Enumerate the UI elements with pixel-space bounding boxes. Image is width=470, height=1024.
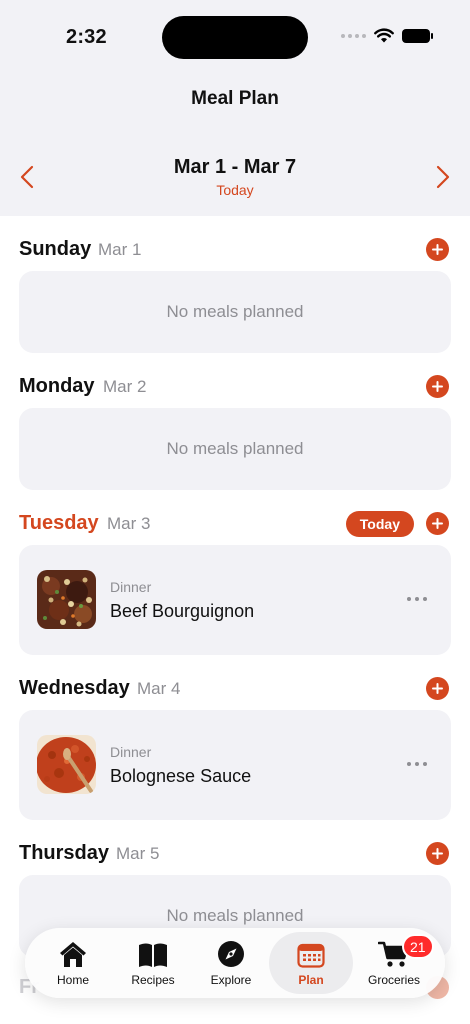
tab-recipes[interactable]: Recipes (111, 932, 195, 994)
week-today-label[interactable]: Today (0, 182, 470, 198)
tab-home[interactable]: Home (31, 932, 115, 994)
add-meal-button[interactable] (426, 842, 449, 865)
day-name: Thursday (19, 842, 110, 864)
meal-thumbnail (37, 570, 96, 629)
signal-icon (341, 33, 366, 38)
page-title: Meal Plan (191, 88, 279, 109)
tab-label: Explore (210, 973, 252, 987)
tab-label: Groceries (367, 973, 420, 987)
tab-label: Home (56, 973, 89, 987)
top-bar: 2:32 Meal Plan Mar 1 - Mar 7 Today (0, 0, 470, 216)
more-options-button[interactable] (407, 762, 427, 766)
wifi-icon (374, 28, 394, 43)
day-date: Mar 3 (107, 514, 151, 533)
status-time: 2:32 (66, 26, 107, 48)
meal-thumbnail (37, 735, 96, 794)
meal-name: Beef Bourguignon (110, 601, 255, 621)
next-week-button[interactable] (428, 162, 458, 192)
empty-day-card[interactable]: No meals planned (19, 271, 451, 353)
day-date: Mar 5 (116, 844, 160, 863)
chevron-right-icon (436, 165, 450, 189)
meal-card[interactable]: Dinner Bolognese Sauce (19, 710, 451, 820)
plus-icon (432, 683, 443, 694)
status-icons (341, 28, 433, 43)
house-icon (60, 942, 86, 967)
day-section-thursday: Thursday Mar 5 No meals planned (0, 820, 470, 957)
day-name: Tuesday (19, 512, 99, 534)
tab-groceries[interactable]: Groceries 21 (352, 932, 436, 994)
day-section-wednesday: Wednesday Mar 4 Dinner Bolognese Sauce (0, 655, 470, 820)
week-navigator: Mar 1 - Mar 7 Today (0, 150, 470, 206)
meal-plan-list[interactable]: Sunday Mar 1 No meals planned Monday Mar… (0, 216, 470, 1024)
battery-icon (402, 28, 433, 43)
tab-plan[interactable]: Plan (269, 932, 353, 994)
day-name: Monday (19, 375, 95, 397)
meal-type: Dinner (110, 579, 152, 595)
more-options-button[interactable] (407, 597, 427, 601)
tab-bar: Home Recipes Explore Plan Groceries 21 (25, 928, 445, 998)
day-date: Mar 4 (137, 679, 181, 698)
notification-badge: 21 (402, 934, 434, 959)
week-range[interactable]: Mar 1 - Mar 7 (0, 156, 470, 179)
plus-icon (432, 518, 443, 529)
compass-icon (218, 941, 244, 967)
tab-label: Recipes (131, 973, 175, 987)
calendar-icon (297, 943, 325, 968)
day-section-sunday: Sunday Mar 1 No meals planned (0, 216, 470, 353)
add-meal-button[interactable] (426, 512, 449, 535)
meal-type: Dinner (110, 744, 152, 760)
book-icon (139, 943, 167, 967)
day-date: Mar 2 (103, 377, 147, 396)
tab-explore[interactable]: Explore (189, 932, 273, 994)
day-section-tuesday: Tuesday Mar 3 Today Dinner Beef Bourguig… (0, 490, 470, 655)
meal-card[interactable]: Dinner Beef Bourguignon (19, 545, 451, 655)
day-section-monday: Monday Mar 2 No meals planned (0, 353, 470, 490)
plus-icon (432, 381, 443, 392)
dynamic-island (162, 16, 308, 59)
empty-day-card[interactable]: No meals planned (19, 408, 451, 490)
tab-label: Plan (298, 973, 324, 987)
day-name: Sunday (19, 238, 92, 260)
day-name: Wednesday (19, 677, 130, 699)
add-meal-button[interactable] (426, 375, 449, 398)
add-meal-button[interactable] (426, 677, 449, 700)
day-date: Mar 1 (98, 240, 142, 259)
today-badge: Today (345, 511, 414, 537)
plus-icon (432, 848, 443, 859)
meal-name: Bolognese Sauce (110, 766, 252, 786)
plus-icon (432, 244, 443, 255)
add-meal-button[interactable] (426, 238, 449, 261)
